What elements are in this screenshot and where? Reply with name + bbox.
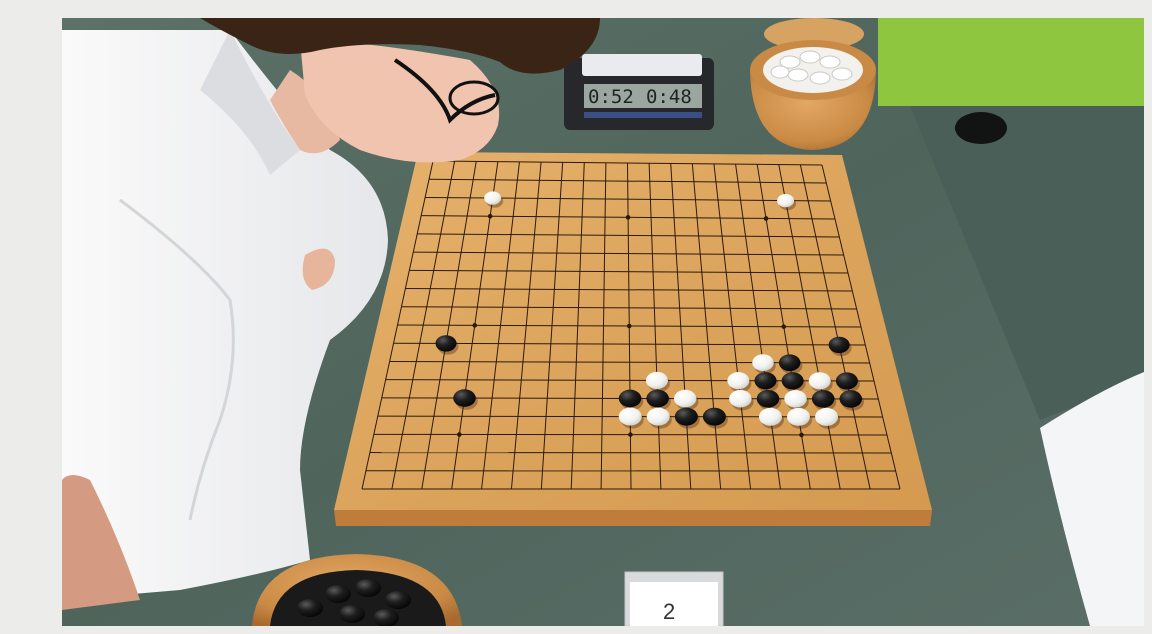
white-stone [777, 193, 795, 208]
black-stone [835, 372, 858, 390]
star-point [781, 324, 787, 329]
white-stone [784, 390, 807, 408]
black-stone [781, 372, 804, 390]
white-stone [758, 407, 782, 426]
go-board [334, 152, 932, 526]
star-point [763, 216, 769, 221]
black-stone [754, 372, 777, 390]
white-stone-bowl [750, 18, 876, 150]
white-stone [752, 354, 774, 372]
frame-left-edge [0, 0, 62, 634]
black-stone [453, 389, 476, 407]
black-stone [674, 407, 698, 426]
clock-left-time: 0:52 [588, 86, 634, 108]
clock-right-time: 0:48 [646, 86, 692, 108]
white-stone [729, 389, 752, 408]
game-clock: 0:52 0:48 [564, 54, 714, 130]
frame-bottom-edge [0, 626, 1152, 634]
table-number-card: 2 [624, 571, 724, 627]
star-point [628, 432, 633, 437]
white-stone [808, 372, 831, 390]
white-stone [618, 407, 642, 426]
star-point [472, 323, 478, 328]
white-stone [727, 372, 750, 390]
black-stone [646, 389, 669, 408]
white-stone [673, 389, 697, 408]
star-point [626, 323, 632, 329]
star-point [799, 432, 804, 438]
black-stone [828, 336, 850, 354]
star-point [457, 432, 462, 437]
white-stone [646, 407, 670, 426]
black-stone [435, 335, 457, 352]
white-stone [645, 371, 668, 389]
black-stone [839, 390, 862, 408]
star-point [487, 213, 493, 219]
white-stone [815, 407, 839, 426]
black-stone [702, 407, 726, 426]
black-stone [618, 389, 642, 408]
star-point [625, 215, 631, 220]
green-wall [878, 18, 1144, 106]
black-stone [778, 354, 801, 372]
board-front-edge [334, 510, 932, 526]
bowl-lid [955, 112, 1007, 144]
black-stone [756, 389, 780, 408]
table-number: 2 [663, 599, 675, 624]
go-game-photo: 0:52 0:48 2 [0, 0, 1152, 634]
black-stone [811, 390, 835, 408]
white-stone [484, 191, 502, 205]
white-stone [787, 407, 811, 426]
